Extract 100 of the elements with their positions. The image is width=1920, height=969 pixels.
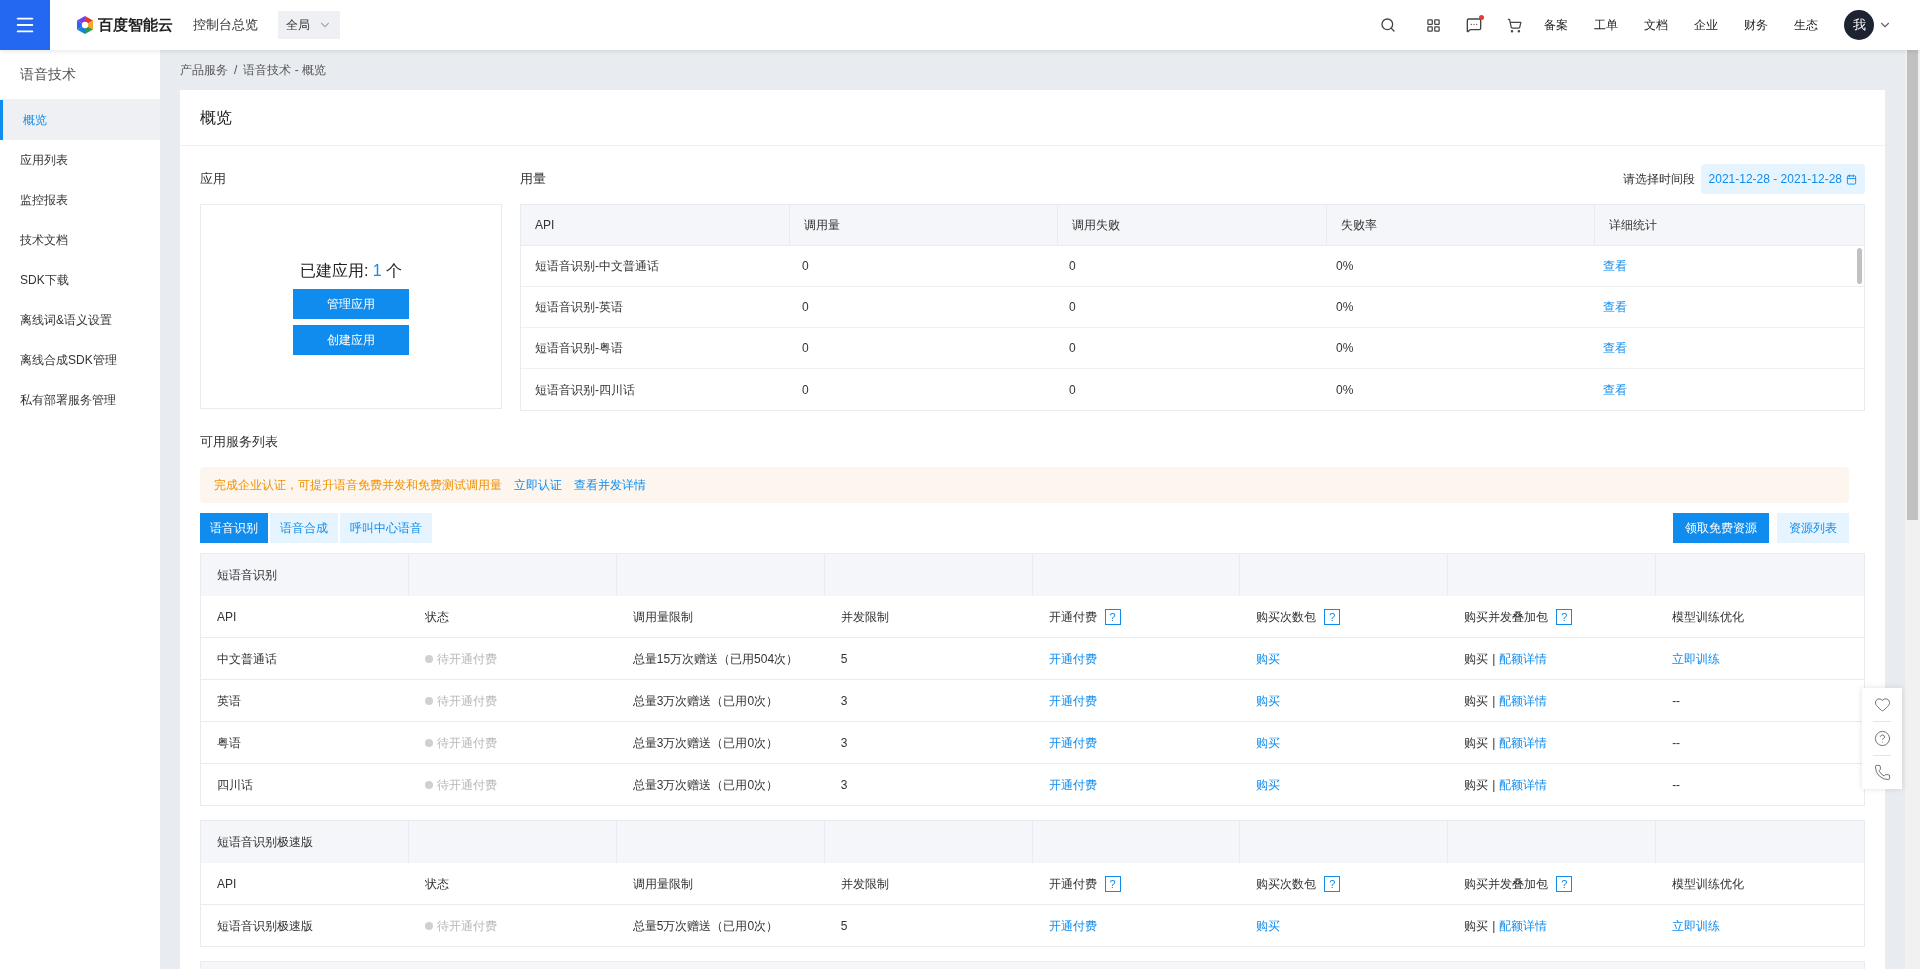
search-icon[interactable] bbox=[1380, 17, 1396, 33]
table-cell-text: 0 bbox=[802, 381, 809, 399]
table-cell-text: 0 bbox=[802, 299, 809, 316]
nav-link[interactable]: 生态 bbox=[1794, 16, 1818, 34]
buy-link[interactable]: 购买 bbox=[1256, 775, 1281, 794]
table-cell-text: 短语音识别-英语 bbox=[535, 299, 623, 316]
separator-text: | bbox=[1492, 776, 1496, 794]
buy-link[interactable]: 购买 bbox=[1256, 649, 1281, 668]
date-label: 请选择时间段 bbox=[1622, 171, 1695, 188]
column-header: 购买次数包 bbox=[1256, 875, 1317, 893]
table-cell-text: 总量3万次赠送（已用0次） bbox=[632, 734, 779, 752]
table-cell-text: 总量3万次赠送（已用0次） bbox=[632, 692, 779, 710]
sidebar-item[interactable]: 应用列表 bbox=[0, 140, 160, 180]
column-header: 模型训练优化 bbox=[1672, 608, 1745, 626]
nav-link[interactable]: 文档 bbox=[1644, 16, 1668, 34]
calendar-icon bbox=[1846, 173, 1857, 185]
table-cell-text: 0 bbox=[802, 340, 809, 357]
message-icon[interactable] bbox=[1466, 17, 1482, 33]
nav-link[interactable]: 备案 bbox=[1544, 16, 1568, 34]
view-link[interactable]: 查看 bbox=[1603, 257, 1627, 275]
console-link[interactable]: 控制台总览 bbox=[193, 15, 258, 35]
buy-link[interactable]: 购买 bbox=[1256, 916, 1281, 935]
table-cell-text: 0% bbox=[1336, 340, 1354, 357]
service-tab[interactable]: 语音合成 bbox=[270, 513, 338, 543]
train-link[interactable]: 立即训练 bbox=[1672, 649, 1721, 668]
quota-details-link[interactable]: 配额详情 bbox=[1499, 649, 1548, 668]
breadcrumb-item[interactable]: 产品服务 bbox=[180, 61, 228, 79]
quota-details-link[interactable]: 配额详情 bbox=[1499, 916, 1548, 935]
separator-text: | bbox=[1492, 734, 1496, 752]
section-title: 应用 bbox=[200, 170, 226, 189]
column-header: API bbox=[217, 608, 237, 626]
quota-details-link[interactable]: 配额详情 bbox=[1499, 775, 1548, 794]
column-header: 并发限制 bbox=[840, 608, 889, 626]
train-link[interactable]: 立即训练 bbox=[1672, 916, 1721, 935]
scrollbar-thumb[interactable] bbox=[1907, 50, 1918, 520]
table-cell-text: 0% bbox=[1336, 381, 1354, 399]
help-badge[interactable]: ? bbox=[1324, 875, 1341, 892]
sidebar-item[interactable]: SDK下载 bbox=[0, 260, 160, 300]
view-link[interactable]: 查看 bbox=[1603, 380, 1627, 399]
menu-button[interactable] bbox=[0, 0, 50, 50]
nav-link[interactable]: 工单 bbox=[1594, 16, 1618, 34]
buy-link[interactable]: 购买 bbox=[1256, 733, 1281, 752]
table-cell-text: 短语音识别-中文普通话 bbox=[535, 258, 659, 275]
sidebar-item[interactable]: 离线合成SDK管理 bbox=[0, 340, 160, 380]
phone-icon[interactable] bbox=[1873, 764, 1891, 781]
table-cell-text: 总量15万次赠送（已用504次） bbox=[632, 650, 799, 668]
table-cell-text: -- bbox=[1672, 692, 1681, 710]
table-cell-text: 短语音识别-粤语 bbox=[535, 340, 623, 357]
enable-payment-link[interactable]: 开通付费 bbox=[1048, 733, 1097, 752]
sidebar-item[interactable]: 私有部署服务管理 bbox=[0, 380, 160, 420]
view-link[interactable]: 查看 bbox=[1603, 339, 1627, 357]
help-icon[interactable] bbox=[1873, 730, 1891, 747]
sidebar-item[interactable]: 概览 bbox=[0, 100, 160, 140]
sidebar-item[interactable]: 离线词&语义设置 bbox=[0, 300, 160, 340]
notice-link[interactable]: 立即认证 bbox=[514, 476, 562, 494]
view-link[interactable]: 查看 bbox=[1603, 298, 1627, 316]
app-button[interactable]: 创建应用 bbox=[293, 324, 409, 355]
help-badge[interactable]: ? bbox=[1556, 608, 1573, 625]
service-tab[interactable]: 语音识别 bbox=[200, 513, 268, 543]
group-title: 短语音识别极速版 bbox=[217, 834, 313, 851]
column-header: 开通付费 bbox=[1048, 608, 1097, 626]
cart-icon[interactable] bbox=[1507, 17, 1522, 33]
region-select[interactable]: 全局 bbox=[278, 11, 340, 39]
help-badge[interactable]: ? bbox=[1556, 875, 1573, 892]
enable-payment-link[interactable]: 开通付费 bbox=[1048, 916, 1097, 935]
column-header: API bbox=[217, 875, 237, 893]
avatar[interactable]: 我 bbox=[1844, 10, 1874, 40]
table-cell-text: 0% bbox=[1336, 299, 1354, 316]
buy-text: 购买 bbox=[1464, 692, 1489, 710]
table-cell-text: -- bbox=[1672, 776, 1681, 794]
status-text: 待开通付费 bbox=[436, 650, 497, 668]
nav-link[interactable]: 财务 bbox=[1744, 16, 1768, 34]
sidebar-item[interactable]: 技术文档 bbox=[0, 220, 160, 260]
service-tab[interactable]: 呼叫中心语音 bbox=[340, 513, 432, 543]
help-badge[interactable]: ? bbox=[1104, 608, 1121, 625]
grid-icon[interactable] bbox=[1426, 17, 1441, 33]
enable-payment-link[interactable]: 开通付费 bbox=[1048, 775, 1097, 794]
resource-list-button[interactable]: 资源列表 bbox=[1777, 513, 1849, 543]
breadcrumb-item: 语音技术 - 概览 bbox=[243, 62, 326, 79]
sidebar-item[interactable]: 监控报表 bbox=[0, 180, 160, 220]
date-range-picker[interactable]: 2021-12-28 - 2021-12-28 bbox=[1700, 164, 1865, 194]
table-cell-text: -- bbox=[1672, 734, 1681, 752]
logo-text: 百度智能云 bbox=[98, 14, 173, 35]
app-button[interactable]: 管理应用 bbox=[293, 288, 409, 319]
table-cell-text: 中文普通话 bbox=[217, 650, 277, 668]
scrollbar-thumb[interactable] bbox=[1857, 248, 1862, 284]
quota-details-link[interactable]: 配额详情 bbox=[1499, 733, 1548, 752]
column-header: 购买并发叠加包 bbox=[1464, 875, 1549, 893]
table-cell-text: 粤语 bbox=[217, 734, 241, 752]
nav-link[interactable]: 企业 bbox=[1694, 16, 1718, 34]
enable-payment-link[interactable]: 开通付费 bbox=[1048, 649, 1097, 668]
claim-resources-button[interactable]: 领取免费资源 bbox=[1673, 513, 1769, 543]
help-badge[interactable]: ? bbox=[1324, 608, 1341, 625]
help-badge[interactable]: ? bbox=[1104, 875, 1121, 892]
enable-payment-link[interactable]: 开通付费 bbox=[1048, 691, 1097, 710]
heart-icon[interactable] bbox=[1873, 696, 1891, 713]
buy-link[interactable]: 购买 bbox=[1256, 691, 1281, 710]
quota-details-link[interactable]: 配额详情 bbox=[1499, 691, 1548, 710]
table-cell-text: 0 bbox=[1069, 299, 1076, 316]
notice-link[interactable]: 查看并发详情 bbox=[574, 476, 646, 494]
